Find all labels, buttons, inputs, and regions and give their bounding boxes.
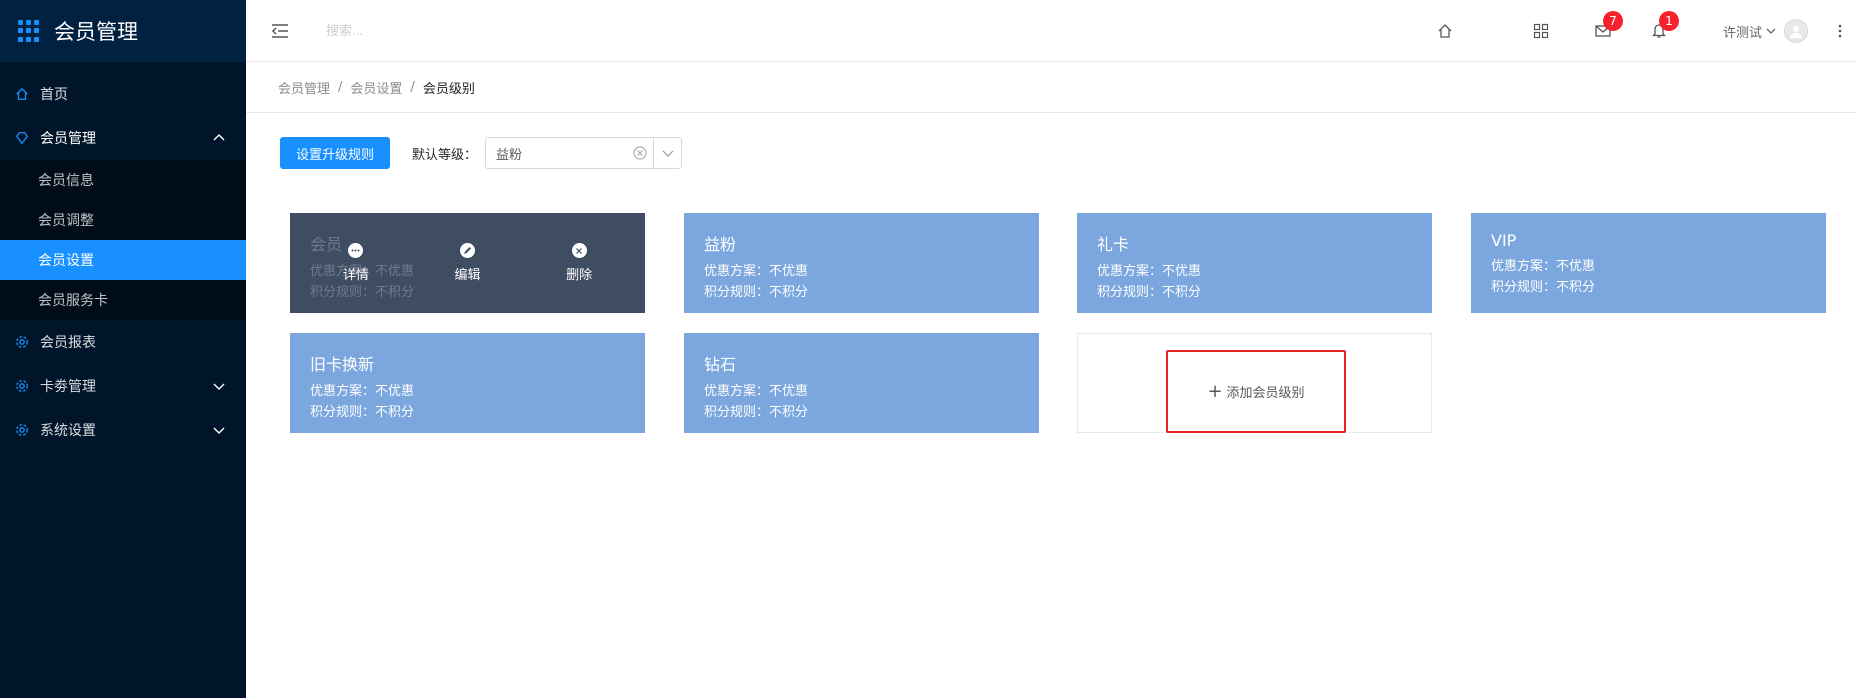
card-points: 积分规则：不积分: [704, 285, 809, 300]
menu-fold-icon[interactable]: [266, 17, 294, 45]
default-level-value: 益粉: [496, 147, 523, 163]
breadcrumb: 会员管理 / 会员设置 / 会员级别: [278, 78, 475, 97]
sidebar-item-member-management[interactable]: 会员管理: [0, 116, 246, 160]
set-upgrade-rules-button[interactable]: 设置升级规则: [280, 137, 391, 169]
home-icon: [14, 86, 30, 102]
search-input[interactable]: [326, 15, 586, 46]
chevron-down-icon: [662, 150, 673, 157]
chevron-down-icon: [1766, 28, 1776, 34]
sidebar-item-label: 会员管理: [40, 131, 96, 147]
brand: 会员管理: [0, 0, 246, 62]
grid-menu-icon[interactable]: [18, 20, 40, 42]
sidebar-item-coupon-management[interactable]: 卡劵管理: [0, 364, 246, 408]
more-vertical-icon[interactable]: [1832, 21, 1848, 41]
level-card-yifen[interactable]: 益粉 优惠方案：不优惠 积分规则：不积分: [684, 213, 1039, 313]
card-title: 益粉: [704, 235, 737, 254]
card-discount: 优惠方案：不优惠: [310, 384, 415, 399]
card-title: VIP: [1491, 231, 1517, 250]
card-points: 积分规则：不积分: [1491, 280, 1596, 295]
card-discount: 优惠方案：不优惠: [1097, 264, 1202, 279]
user-menu[interactable]: 许测试: [1723, 19, 1808, 43]
card-points: 积分规则：不积分: [1097, 285, 1202, 300]
add-member-level-button[interactable]: + 添加会员级别: [1166, 350, 1346, 433]
sidebar-item-member-report[interactable]: 会员报表: [0, 320, 246, 364]
username: 许测试: [1722, 25, 1762, 41]
edit-button[interactable]: 编辑: [454, 243, 480, 283]
breadcrumb-separator: /: [338, 80, 343, 95]
submenu-member-management: 会员信息 会员调整 会员设置 会员服务卡: [0, 160, 246, 320]
card-points: 积分规则：不积分: [310, 405, 415, 420]
mail-icon[interactable]: 7: [1593, 11, 1623, 41]
more-dots-icon: [348, 243, 364, 258]
gear-icon: [14, 334, 30, 350]
toolbar: 设置升级规则 默认等级： 益粉: [280, 137, 683, 169]
card-title: 礼卡: [1097, 235, 1130, 254]
level-card-gift[interactable]: 礼卡 优惠方案：不优惠 积分规则：不积分: [1077, 213, 1432, 313]
card-title: 钻石: [704, 355, 737, 374]
sidebar-item-label: 首页: [40, 87, 68, 103]
chevron-up-icon: [213, 134, 225, 141]
sidebar-item-member-info[interactable]: 会员信息: [0, 160, 246, 200]
card-points: 积分规则：不积分: [704, 405, 809, 420]
sidebar-item-member-service-card[interactable]: 会员服务卡: [0, 280, 246, 320]
breadcrumb-item[interactable]: 会员管理: [278, 78, 330, 97]
brand-title: 会员管理: [54, 20, 138, 44]
card-discount: 优惠方案：不优惠: [704, 264, 809, 279]
detail-label: 详情: [342, 268, 369, 283]
bell-badge: 1: [1658, 11, 1679, 31]
breadcrumb-item[interactable]: 会员设置: [350, 78, 402, 97]
breadcrumb-separator: /: [410, 80, 415, 95]
detail-button[interactable]: 详情: [343, 243, 369, 283]
breadcrumb-current: 会员级别: [422, 82, 475, 97]
home-icon[interactable]: [1435, 21, 1455, 41]
add-level-card: + 添加会员级别: [1077, 333, 1432, 433]
delete-button[interactable]: 删除: [566, 243, 592, 283]
level-card-old-card-renewal[interactable]: 旧卡换新 优惠方案：不优惠 积分规则：不积分: [290, 333, 645, 433]
default-level-label: 默认等级：: [412, 147, 478, 163]
avatar: [1784, 19, 1808, 43]
sidebar-item-member-adjust[interactable]: 会员调整: [0, 200, 246, 240]
default-level-select[interactable]: 益粉: [485, 137, 683, 169]
sidebar-item-member-settings[interactable]: 会员设置: [0, 240, 246, 280]
close-icon: [571, 243, 587, 258]
dropdown-toggle[interactable]: [653, 138, 681, 168]
sidebar-item-system-settings[interactable]: 系统设置: [0, 408, 246, 452]
clear-icon[interactable]: [633, 146, 647, 160]
diamond-icon: [14, 130, 30, 146]
gear-icon: [14, 378, 30, 394]
gear-icon: [14, 422, 30, 438]
card-action-overlay: 详情 编辑 删除: [290, 213, 645, 313]
sidebar-nav: 首页 会员管理 会员信息 会员调整 会员设置 会员服务卡 会员报表 卡劵管理 系…: [0, 62, 246, 452]
level-card-member[interactable]: 会员 优惠方案：不优惠 积分规则：不积分 详情 编辑 删除: [290, 213, 645, 313]
sidebar: 会员管理 首页 会员管理 会员信息 会员调整 会员设置 会员服务卡 会员报表 卡…: [0, 0, 246, 698]
divider: [246, 112, 1856, 113]
plus-icon: +: [1207, 380, 1223, 402]
header-actions: 7 1 许测试: [1435, 0, 1856, 62]
card-discount: 优惠方案：不优惠: [1491, 259, 1596, 274]
sidebar-item-label: 系统设置: [40, 423, 96, 439]
top-header: 7 1 许测试: [246, 0, 1856, 62]
card-discount: 优惠方案：不优惠: [704, 384, 809, 399]
mail-badge: 7: [1602, 11, 1623, 31]
sidebar-item-label: 会员报表: [40, 335, 96, 351]
sidebar-item-label: 卡劵管理: [40, 379, 96, 395]
chevron-down-icon: [213, 383, 225, 390]
level-card-vip[interactable]: VIP 优惠方案：不优惠 积分规则：不积分: [1471, 213, 1826, 313]
delete-label: 删除: [566, 268, 593, 283]
sidebar-item-home[interactable]: 首页: [0, 72, 246, 116]
apps-grid-icon[interactable]: [1531, 21, 1551, 41]
edit-label: 编辑: [454, 268, 481, 283]
bell-icon[interactable]: 1: [1649, 11, 1679, 41]
pencil-icon: [459, 243, 475, 258]
chevron-down-icon: [213, 427, 225, 434]
add-member-level-label: 添加会员级别: [1226, 386, 1305, 401]
level-card-diamond[interactable]: 钻石 优惠方案：不优惠 积分规则：不积分: [684, 333, 1039, 433]
card-title: 旧卡换新: [310, 355, 375, 374]
